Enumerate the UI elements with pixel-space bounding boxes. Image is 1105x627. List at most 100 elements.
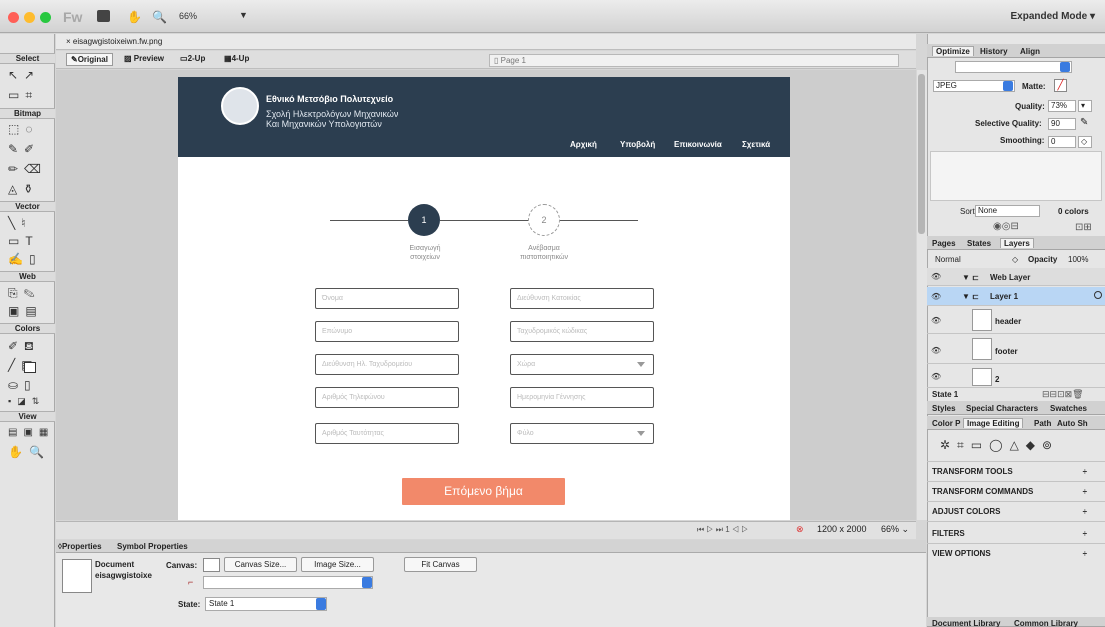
image-editing-tools-icon[interactable]: ✲⌗▭◯△◆⊚	[940, 438, 1059, 453]
email-field[interactable]: Διεύθυνση Ηλ. Ταχυδρομείου	[315, 354, 459, 375]
scrollbar-thumb[interactable]	[918, 74, 925, 234]
status-zoom[interactable]: 66% ⌄	[881, 524, 909, 535]
slice-tool-icon[interactable]: ▣▤	[8, 304, 43, 318]
tab-history[interactable]: History	[980, 47, 1008, 56]
birth-date-field[interactable]: Ημερομηνία Γέννησης	[510, 387, 654, 408]
chevron-down-icon[interactable]	[1003, 81, 1013, 91]
tab-styles[interactable]: Styles	[932, 404, 956, 413]
eye-icon[interactable]: 👁	[931, 372, 941, 381]
nav-submit[interactable]: Υποβολή	[620, 140, 655, 149]
smoothing-input[interactable]: 0	[1048, 136, 1076, 148]
transform-tools-section[interactable]: TRANSFORM TOOLS ÷	[932, 467, 1097, 476]
original-view-button[interactable]: ✎Original	[66, 53, 113, 66]
close-window-button[interactable]	[8, 12, 19, 23]
tab-special-characters[interactable]: Special Characters	[966, 404, 1038, 413]
canvas-size-button[interactable]: Canvas Size...	[224, 557, 297, 572]
postal-code-field[interactable]: Ταχυδρομικός κώδικας	[510, 321, 654, 342]
hand-tool-icon[interactable]: ✋	[127, 10, 142, 24]
optimize-preset-select[interactable]	[955, 61, 1072, 73]
zoom-level[interactable]: 66%	[179, 11, 197, 21]
matte-swatch[interactable]: ╱	[1054, 79, 1067, 92]
smoothing-stepper[interactable]: ◇	[1078, 136, 1092, 148]
line-tool-icon[interactable]: ╲♮	[8, 216, 32, 230]
tab-image-editing[interactable]: Image Editing	[963, 418, 1024, 428]
tab-symbol-properties[interactable]: Symbol Properties	[117, 542, 188, 551]
paint-bucket-icon[interactable]: ⛀▯	[8, 378, 37, 392]
four-up-view-button[interactable]: ▦4-Up	[224, 54, 249, 63]
layer-actions-icon[interactable]: ⊟⊟⊡⊠🗑	[1042, 389, 1084, 400]
tab-states[interactable]: States	[967, 239, 991, 248]
bridge-icon[interactable]	[97, 10, 110, 22]
freeform-tool-icon[interactable]: ✍▯	[8, 252, 42, 266]
tab-path[interactable]: Path	[1034, 419, 1051, 428]
phone-field[interactable]: Αριθμός Τηλεφώνου	[315, 387, 459, 408]
hotspot-tool-icon[interactable]: ⎘✎	[8, 286, 41, 301]
sort-select[interactable]: None	[975, 205, 1040, 217]
eye-icon[interactable]: 👁	[931, 272, 941, 281]
gender-select[interactable]: Φύλο	[510, 423, 654, 444]
image-size-button[interactable]: Image Size...	[301, 557, 374, 572]
pointer-tool-icon[interactable]: ↖↗	[8, 68, 40, 82]
document-tab[interactable]: × eisagwgistoixeiwn.fw.png	[66, 37, 162, 46]
table-options-icon[interactable]: ⊡⊞	[1075, 222, 1092, 233]
quality-input[interactable]: 73%	[1048, 100, 1076, 112]
swap-colors-icon[interactable]: ▪◪⇅	[8, 396, 45, 407]
canvas-select[interactable]	[203, 576, 373, 589]
eye-icon[interactable]: 👁	[931, 292, 941, 301]
magic-wand-tool-icon[interactable]: ✎✐	[8, 142, 40, 156]
minimize-window-button[interactable]	[24, 12, 35, 23]
first-name-field[interactable]: Όνομα	[315, 288, 459, 309]
canvas-select-arrow-icon[interactable]	[362, 577, 372, 588]
nav-about[interactable]: Σχετικά	[742, 140, 770, 149]
marquee-tool-icon[interactable]: ⬚◌	[8, 122, 38, 136]
nav-contact[interactable]: Επικοινωνία	[674, 140, 722, 149]
eyedropper-tool-icon[interactable]: ✐⛾	[8, 339, 40, 355]
tab-swatches[interactable]: Swatches	[1050, 404, 1087, 413]
filters-section[interactable]: FILTERS ÷	[932, 529, 1097, 538]
canvas-color-swatch[interactable]	[203, 558, 220, 572]
tab-color-palette[interactable]: Color P	[932, 419, 960, 428]
selective-quality-input[interactable]: 90	[1048, 118, 1076, 130]
chevron-down-icon[interactable]: ▼	[239, 10, 248, 20]
eye-icon[interactable]: 👁	[931, 346, 941, 355]
stop-icon[interactable]: ⊗	[796, 524, 804, 535]
tab-optimize[interactable]: Optimize	[932, 46, 974, 56]
layer-target-icon[interactable]	[1094, 291, 1102, 299]
layer-row-2[interactable]	[927, 365, 1105, 388]
next-step-button[interactable]: Επόμενο βήμα	[402, 478, 565, 505]
zoom-window-button[interactable]	[40, 12, 51, 23]
opacity-input[interactable]: 100%	[1068, 255, 1088, 264]
text-tool-icon[interactable]: ▭T	[8, 234, 39, 248]
country-select[interactable]: Χώρα	[510, 354, 654, 375]
tab-align[interactable]: Align	[1020, 47, 1040, 56]
nav-home[interactable]: Αρχική	[570, 140, 597, 149]
layers-state-select[interactable]: State 1	[932, 390, 958, 399]
quality-dropdown-icon[interactable]: ▾	[1078, 100, 1092, 112]
blend-mode-select[interactable]: Normal	[935, 255, 961, 264]
page-selector[interactable]: ▯ Page 1	[489, 54, 899, 67]
eye-icon[interactable]: 👁	[931, 316, 941, 325]
tab-document-library[interactable]: Document Library	[932, 619, 1000, 627]
state-playback-controls[interactable]: ⏮ ▷ ⏭ 1 ◁ ▷	[697, 525, 748, 535]
tab-common-library[interactable]: Common Library	[1014, 619, 1078, 627]
tab-auto-shapes[interactable]: Auto Sh	[1057, 419, 1088, 428]
tab-layers[interactable]: Layers	[1000, 238, 1034, 248]
address-field[interactable]: Διεύθυνση Κατοικίας	[510, 288, 654, 309]
preview-view-button[interactable]: ▨ Preview	[124, 54, 164, 63]
workspace-mode-menu[interactable]: Expanded Mode ▾	[1011, 11, 1096, 22]
fit-canvas-button[interactable]: Fit Canvas	[404, 557, 477, 572]
transform-commands-section[interactable]: TRANSFORM COMMANDS ÷	[932, 487, 1097, 496]
fill-color-swatch[interactable]	[24, 362, 36, 373]
adjust-colors-section[interactable]: ADJUST COLORS ÷	[932, 507, 1097, 516]
crop-tool-icon[interactable]: ▭⌗	[8, 88, 38, 103]
blend-stepper-icon[interactable]: ◇	[1012, 255, 1018, 264]
screen-mode-icon[interactable]: ▤▣▦	[8, 427, 54, 438]
zoom-tool-icon[interactable]: 🔍	[152, 10, 167, 24]
last-name-field[interactable]: Επώνυμο	[315, 321, 459, 342]
hand-zoom-icon[interactable]: ✋🔍	[8, 445, 50, 459]
view-options-section[interactable]: VIEW OPTIONS ÷	[932, 549, 1097, 558]
edit-icon[interactable]: ✎	[1080, 117, 1088, 128]
blur-tool-icon[interactable]: ◬⚱	[8, 182, 39, 196]
color-table-tools-icon[interactable]: ◉◎⊟	[993, 221, 1019, 232]
state-select[interactable]: State 1	[205, 597, 327, 611]
